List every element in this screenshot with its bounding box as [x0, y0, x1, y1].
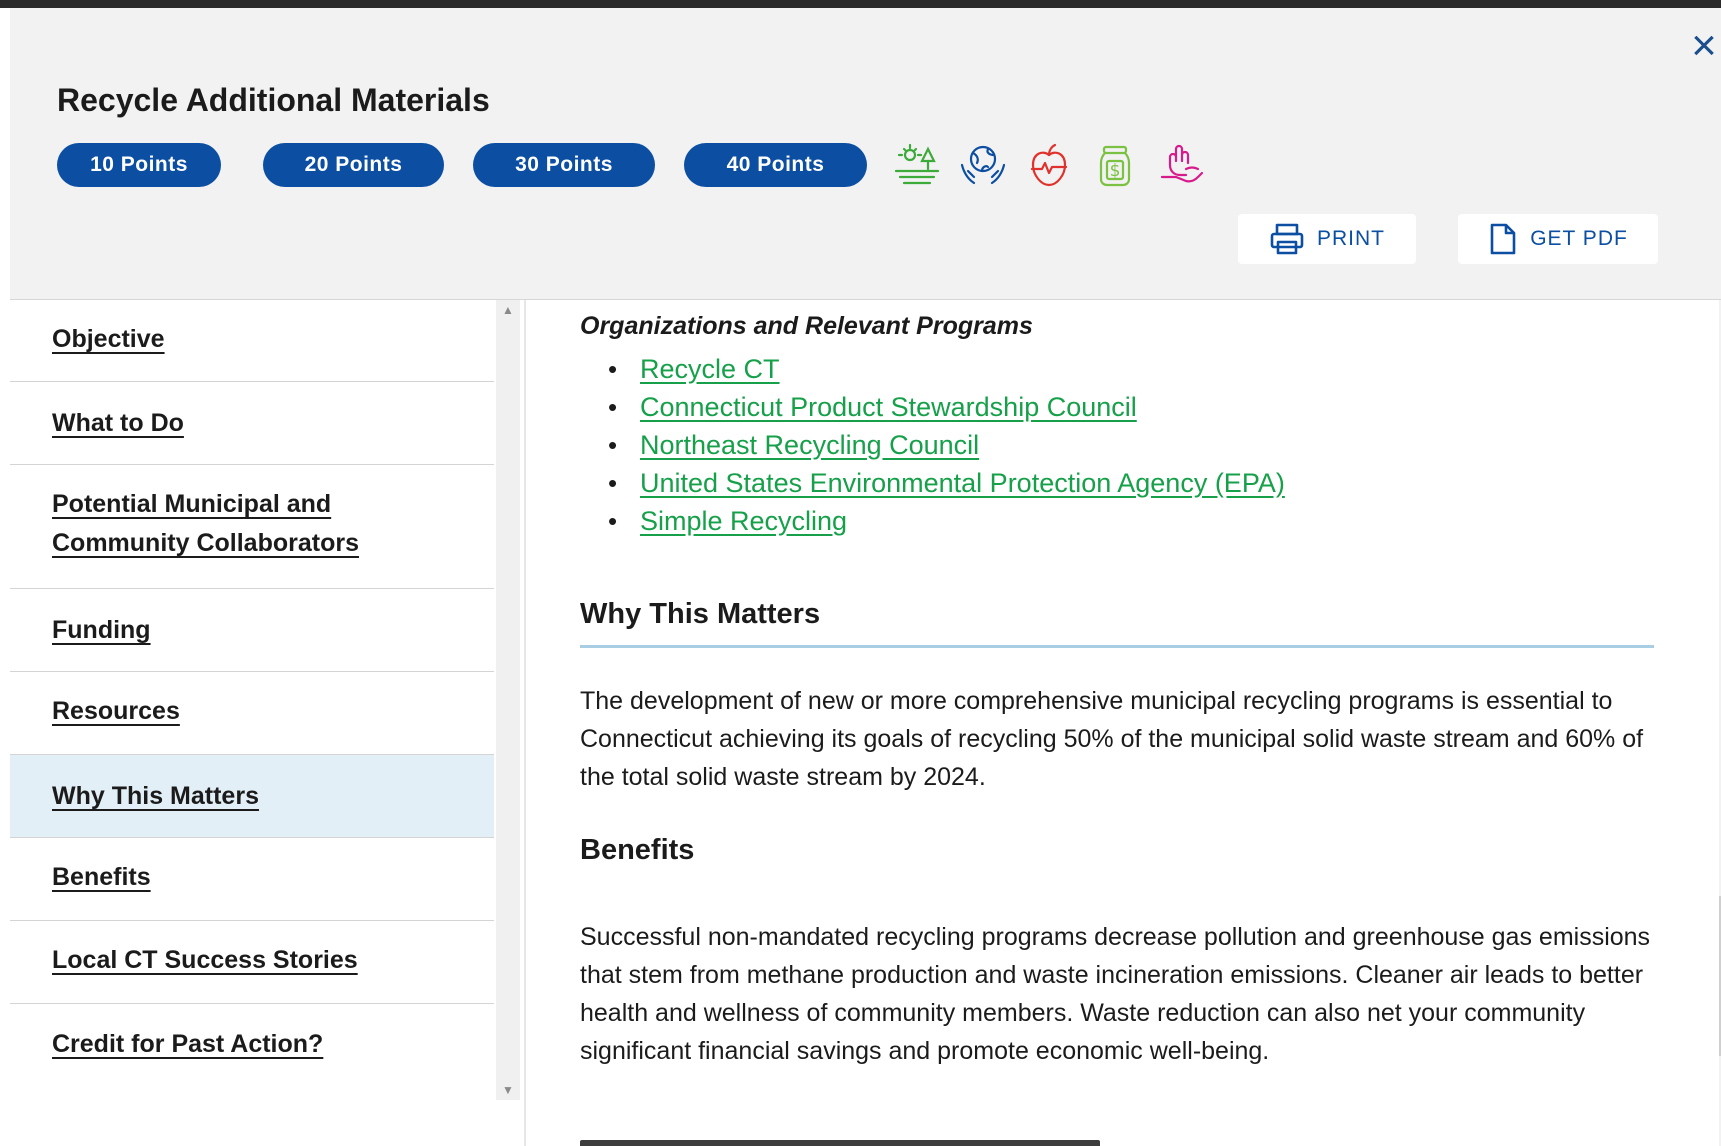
why-this-matters-heading: Why This Matters [580, 598, 821, 630]
nav-item-label: Resources [52, 697, 180, 725]
points-badge-40: 40 Points [684, 143, 867, 187]
nav-item-why-this-matters[interactable]: Why This Matters [10, 755, 494, 838]
document-icon [1490, 223, 1516, 255]
money-jar-icon: $ [1099, 145, 1131, 187]
nav-item-label: What to Do [52, 409, 184, 437]
why-this-matters-text: The development of new or more comprehen… [580, 687, 1644, 791]
list-item: Connecticut Product Stewardship Council [600, 388, 1285, 426]
panel-divider [524, 300, 526, 1146]
list-item: Northeast Recycling Council [600, 426, 1285, 464]
landscape-trees-icon [894, 143, 940, 185]
points-badge-30: 30 Points [473, 143, 655, 187]
link-simple-recycling[interactable]: Simple Recycling [640, 506, 847, 536]
apple-heartbeat-icon [1030, 143, 1068, 187]
points-badge-10: 10 Points [57, 143, 221, 187]
print-button[interactable]: PRINT [1238, 214, 1416, 264]
nav-item-label: Credit for Past Action? [52, 1030, 324, 1058]
nav-item-label: Funding [52, 616, 151, 644]
link-epa[interactable]: United States Environmental Protection A… [640, 468, 1285, 498]
printer-icon [1270, 223, 1304, 255]
points-badge-20: 20 Points [263, 143, 444, 187]
content-panel: Organizations and Relevant Programs Recy… [530, 300, 1700, 1146]
category-icons: $ [892, 140, 1206, 192]
nav-item-label: Local CT Success Stories [52, 946, 358, 974]
nav-item-funding[interactable]: Funding [10, 589, 494, 672]
next-section-heading-partial [580, 1140, 1100, 1146]
link-northeast-recycling-council[interactable]: Northeast Recycling Council [640, 430, 979, 460]
nav-item-potential-collaborators[interactable]: Potential Municipal and Community Collab… [10, 465, 494, 589]
nav-item-label: Benefits [52, 863, 151, 891]
section-nav: Objective What to Do Potential Municipal… [10, 300, 494, 1146]
print-label: PRINT [1317, 227, 1385, 250]
link-product-stewardship-council[interactable]: Connecticut Product Stewardship Council [640, 392, 1137, 422]
list-item: Recycle CT [600, 350, 1285, 388]
modal-header: × Recycle Additional Materials 10 Points… [10, 8, 1721, 300]
scroll-down-arrow-icon[interactable]: ▼ [496, 1080, 520, 1100]
nav-item-what-to-do[interactable]: What to Do [10, 382, 494, 465]
helping-hand-icon [1160, 144, 1204, 183]
nav-item-label: Why This Matters [52, 782, 259, 810]
page-top-bar [0, 0, 1721, 8]
nav-item-label-line-2: Community Collaborators [52, 529, 359, 557]
get-pdf-label: GET PDF [1530, 227, 1628, 250]
get-pdf-button[interactable]: GET PDF [1458, 214, 1658, 264]
nav-item-resources[interactable]: Resources [10, 672, 494, 755]
nav-item-label: Objective [52, 325, 165, 353]
benefits-heading: Benefits [580, 834, 695, 866]
close-icon[interactable]: × [1686, 24, 1721, 68]
globe-hands-icon [960, 145, 1006, 185]
benefits-text: Successful non-mandated recycling progra… [580, 923, 1651, 1065]
link-recycle-ct[interactable]: Recycle CT [640, 354, 780, 384]
nav-item-objective[interactable]: Objective [10, 300, 494, 382]
nav-item-success-stories[interactable]: Local CT Success Stories [10, 921, 494, 1004]
page-title: Recycle Additional Materials [57, 82, 490, 118]
nav-item-benefits[interactable]: Benefits [10, 838, 494, 921]
nav-item-credit-past-action[interactable]: Credit for Past Action? [10, 1004, 494, 1087]
list-item: United States Environmental Protection A… [600, 464, 1285, 502]
nav-item-label-line-1: Potential Municipal and [52, 490, 332, 518]
section-rule [580, 645, 1654, 648]
sidebar-scrollbar[interactable]: ▲ ▼ [496, 300, 520, 1100]
scroll-up-arrow-icon[interactable]: ▲ [496, 300, 520, 320]
organizations-heading: Organizations and Relevant Programs [580, 312, 1033, 340]
action-modal: × Recycle Additional Materials 10 Points… [10, 8, 1721, 1146]
list-item: Simple Recycling [600, 502, 1285, 540]
organization-links: Recycle CT Connecticut Product Stewardsh… [600, 350, 1285, 540]
